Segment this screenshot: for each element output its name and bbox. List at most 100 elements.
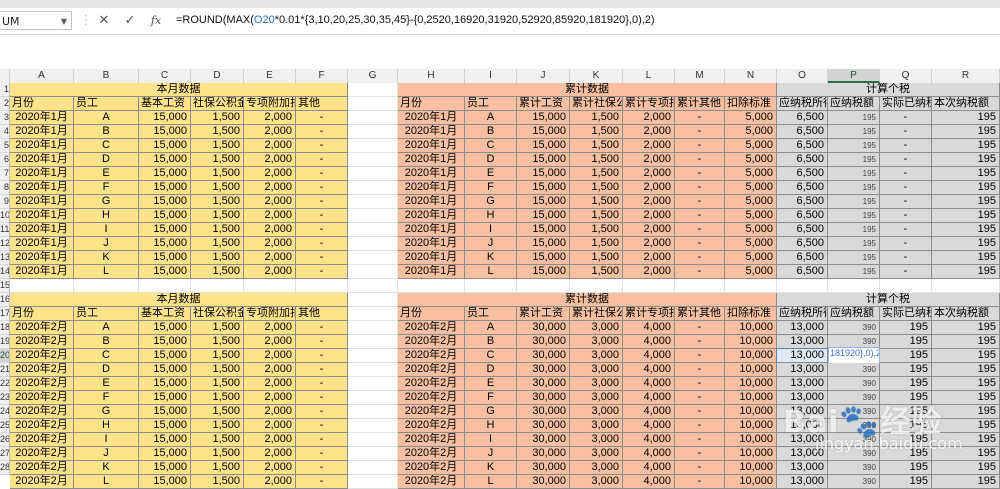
column-label[interactable]: 累计工资 [517, 307, 570, 321]
social-security-cell[interactable]: 1,500 [191, 237, 244, 251]
employee-cell[interactable]: L [74, 265, 139, 279]
column-label[interactable]: 累计其他 [675, 97, 725, 111]
current-tax-cell[interactable]: 195 [932, 419, 1000, 433]
employee-cell[interactable]: D [74, 363, 139, 377]
cumulative-salary-cell[interactable]: 15,000 [517, 139, 570, 153]
cumulative-other-cell[interactable]: - [675, 363, 725, 377]
cumulative-social-cell[interactable]: 1,500 [570, 265, 623, 279]
taxable-income-cell[interactable]: 13,000 [777, 433, 828, 447]
cumulative-social-cell[interactable]: 3,000 [570, 405, 623, 419]
taxable-income-cell[interactable]: 6,500 [777, 111, 828, 125]
month-cell[interactable]: 2020年2月 [398, 433, 465, 447]
row-header[interactable]: 14 [0, 265, 10, 279]
cumulative-other-cell[interactable]: - [675, 251, 725, 265]
employee-cell[interactable]: F [465, 391, 517, 405]
tax-payable-cell[interactable]: 195 [828, 265, 880, 279]
cumulative-special-cell[interactable]: 2,000 [623, 153, 675, 167]
current-tax-cell[interactable]: 195 [932, 475, 1000, 489]
other-cell[interactable]: - [296, 167, 348, 181]
cumulative-social-cell[interactable]: 3,000 [570, 349, 623, 363]
tax-payable-cell[interactable]: 390 [828, 419, 880, 433]
current-tax-cell[interactable]: 195 [932, 377, 1000, 391]
column-label[interactable]: 实际已纳税 [880, 307, 932, 321]
cell[interactable] [348, 153, 398, 167]
deduction-standard-cell[interactable]: 5,000 [725, 223, 777, 237]
month-cell[interactable]: 2020年2月 [10, 461, 74, 475]
tax-paid-cell[interactable]: - [880, 167, 932, 181]
formula-input[interactable]: =ROUND(MAX(O20*0.01*{3,10,20,25,30,35,45… [176, 11, 655, 30]
tax-payable-cell[interactable]: 390 [828, 433, 880, 447]
tax-paid-cell[interactable]: 195 [880, 475, 932, 489]
taxable-income-cell[interactable]: 13,000 [777, 419, 828, 433]
tax-payable-cell[interactable]: 195 [828, 195, 880, 209]
monthly-data-title[interactable]: 本月数据 [10, 83, 348, 97]
cell[interactable] [828, 279, 880, 293]
special-deduction-cell[interactable]: 2,000 [244, 447, 296, 461]
cumulative-other-cell[interactable]: - [675, 475, 725, 489]
tax-paid-cell[interactable]: 195 [880, 377, 932, 391]
cumulative-special-cell[interactable]: 4,000 [623, 363, 675, 377]
salary-cell[interactable]: 15,000 [139, 125, 191, 139]
deduction-standard-cell[interactable]: 5,000 [725, 251, 777, 265]
employee-cell[interactable]: D [465, 153, 517, 167]
other-cell[interactable]: - [296, 209, 348, 223]
taxable-income-cell[interactable]: 13,000 [777, 405, 828, 419]
other-cell[interactable]: - [296, 195, 348, 209]
deduction-standard-cell[interactable]: 5,000 [725, 181, 777, 195]
column-header-j[interactable]: J [517, 69, 570, 83]
cell[interactable] [10, 279, 74, 293]
deduction-standard-cell[interactable]: 10,000 [725, 447, 777, 461]
tax-paid-cell[interactable]: 195 [880, 321, 932, 335]
employee-cell[interactable]: H [74, 209, 139, 223]
employee-cell[interactable]: D [465, 363, 517, 377]
employee-cell[interactable]: B [74, 335, 139, 349]
month-cell[interactable]: 2020年1月 [10, 237, 74, 251]
cell[interactable] [348, 139, 398, 153]
deduction-standard-cell[interactable]: 10,000 [725, 349, 777, 363]
social-security-cell[interactable]: 1,500 [191, 405, 244, 419]
column-label[interactable]: 社保公积金 [191, 97, 244, 111]
employee-cell[interactable]: K [74, 251, 139, 265]
salary-cell[interactable]: 15,000 [139, 461, 191, 475]
special-deduction-cell[interactable]: 2,000 [244, 237, 296, 251]
deduction-standard-cell[interactable]: 10,000 [725, 433, 777, 447]
column-label[interactable]: 累计其他 [675, 307, 725, 321]
deduction-standard-cell[interactable]: 5,000 [725, 209, 777, 223]
cumulative-special-cell[interactable]: 4,000 [623, 461, 675, 475]
column-header-n[interactable]: N [725, 69, 777, 83]
name-box[interactable]: UM ▼ [0, 11, 72, 30]
taxable-income-cell[interactable]: 13,000 [777, 377, 828, 391]
employee-cell[interactable]: A [465, 321, 517, 335]
tax-paid-cell[interactable]: - [880, 181, 932, 195]
other-cell[interactable]: - [296, 223, 348, 237]
cell[interactable] [348, 433, 398, 447]
column-label[interactable]: 员工 [465, 307, 517, 321]
current-tax-cell[interactable]: 195 [932, 391, 1000, 405]
special-deduction-cell[interactable]: 2,000 [244, 251, 296, 265]
cell[interactable] [348, 265, 398, 279]
social-security-cell[interactable]: 1,500 [191, 111, 244, 125]
cumulative-special-cell[interactable]: 4,000 [623, 391, 675, 405]
employee-cell[interactable]: F [74, 181, 139, 195]
cumulative-other-cell[interactable]: - [675, 195, 725, 209]
cumulative-salary-cell[interactable]: 15,000 [517, 153, 570, 167]
tax-paid-cell[interactable]: 195 [880, 335, 932, 349]
cumulative-salary-cell[interactable]: 15,000 [517, 209, 570, 223]
column-label[interactable]: 累计专项扣 [623, 97, 675, 111]
row-header[interactable]: 26 [0, 433, 10, 447]
cumulative-salary-cell[interactable]: 30,000 [517, 335, 570, 349]
column-label[interactable]: 累计社保公 [570, 97, 623, 111]
tax-payable-cell[interactable]: 195 [828, 223, 880, 237]
month-cell[interactable]: 2020年2月 [398, 475, 465, 489]
column-label[interactable]: 扣除标准 [725, 307, 777, 321]
cell[interactable] [348, 419, 398, 433]
month-cell[interactable]: 2020年1月 [398, 237, 465, 251]
cumulative-special-cell[interactable]: 2,000 [623, 237, 675, 251]
tax-payable-cell[interactable]: 195 [828, 153, 880, 167]
other-cell[interactable]: - [296, 405, 348, 419]
month-cell[interactable]: 2020年1月 [10, 209, 74, 223]
cumulative-data-title[interactable]: 累计数据 [398, 83, 777, 97]
month-cell[interactable]: 2020年1月 [398, 195, 465, 209]
cell[interactable] [880, 279, 932, 293]
cumulative-salary-cell[interactable]: 15,000 [517, 251, 570, 265]
